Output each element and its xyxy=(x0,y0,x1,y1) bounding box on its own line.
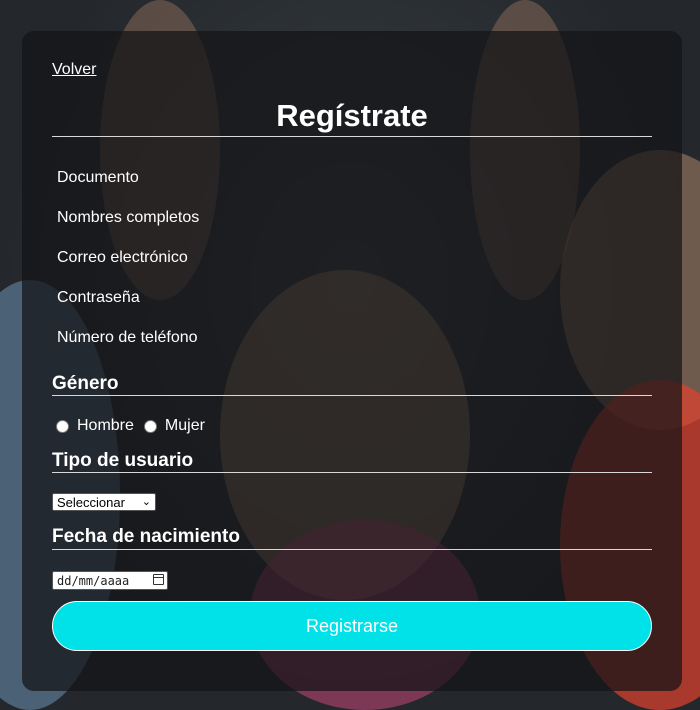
chevron-down-icon: ⌄ xyxy=(141,496,151,508)
user-type-select[interactable]: Seleccionar ⌄ xyxy=(52,493,156,511)
email-field[interactable]: Correo electrónico xyxy=(57,249,188,267)
gender-options: Hombre Mujer xyxy=(56,417,205,435)
birthdate-input[interactable]: dd/mm/aaaa xyxy=(52,571,168,590)
birthdate-title: Fecha de nacimiento xyxy=(52,526,240,547)
gender-male-radio[interactable] xyxy=(56,419,69,433)
full-name-field[interactable]: Nombres completos xyxy=(57,209,199,227)
password-field[interactable]: Contraseña xyxy=(57,289,140,307)
gender-title: Género xyxy=(52,373,119,394)
user-type-selected: Seleccionar xyxy=(57,494,125,510)
gender-divider xyxy=(52,395,652,396)
page-title: Regístrate xyxy=(276,98,428,133)
birthdate-placeholder: dd/mm/aaaa xyxy=(57,573,130,588)
gender-male-label[interactable]: Hombre xyxy=(77,417,134,435)
phone-field[interactable]: Número de teléfono xyxy=(57,329,198,347)
user-type-title: Tipo de usuario xyxy=(52,450,194,471)
calendar-icon[interactable] xyxy=(153,574,164,585)
gender-female-label[interactable]: Mujer xyxy=(165,417,205,435)
title-divider xyxy=(52,136,652,137)
back-link[interactable]: Volver xyxy=(52,61,96,79)
birthdate-divider xyxy=(52,549,652,550)
register-button[interactable]: Registrarse xyxy=(52,601,652,651)
gender-female-radio[interactable] xyxy=(143,419,157,433)
user-type-divider xyxy=(52,472,652,473)
document-field[interactable]: Documento xyxy=(57,169,139,187)
